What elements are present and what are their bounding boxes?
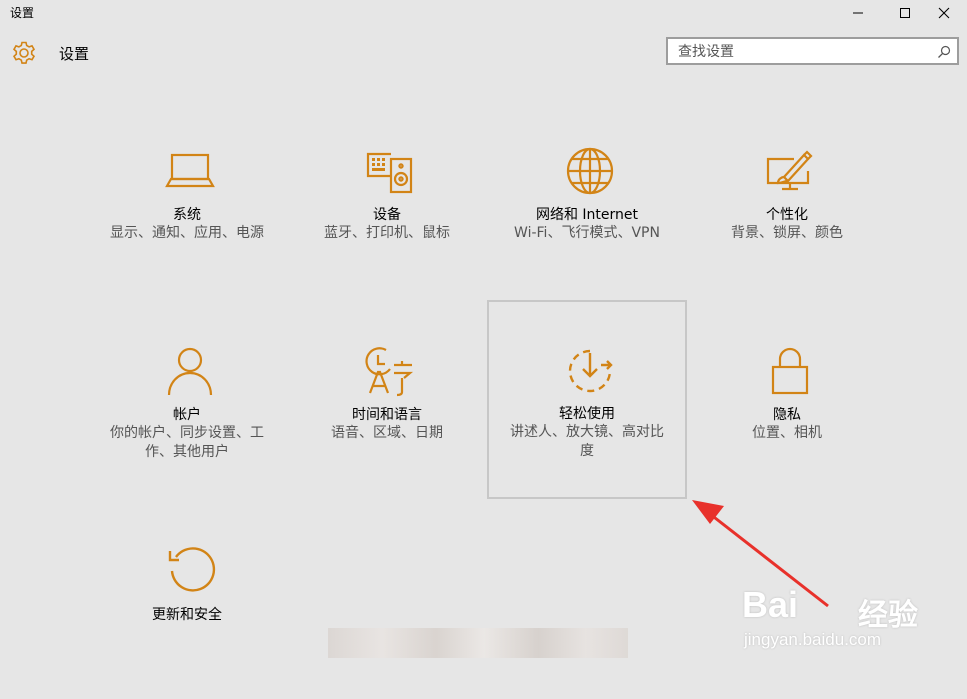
tile-name: 网络和 Internet [535,207,639,223]
tile-accounts[interactable]: 帐户 你的帐户、同步设置、工作、其他用户 [88,301,286,499]
personalization-icon [766,150,813,191]
laptop-icon [165,153,215,188]
ease-of-access-icon [568,349,613,393]
tile-network[interactable]: 网络和 Internet Wi-Fi、飞行模式、VPN [488,101,686,299]
tile-desc: 蓝牙、打印机、鼠标 [324,225,450,241]
close-icon [938,7,950,19]
gear-icon [12,41,36,64]
window-title: 设置 [10,6,35,20]
page-title: 设置 [59,45,90,63]
tile-name: 隐私 [773,407,801,423]
devices-icon [366,152,413,194]
tile-personalization[interactable]: 个性化 背景、锁屏、颜色 [688,101,886,299]
refresh-icon [168,547,216,592]
watermark-logo: Bai 经验 jingyan.baidu.com [742,570,942,654]
watermark-url: jingyan.baidu.com [744,630,882,649]
header: 设置 [0,26,967,82]
tile-update-security[interactable]: 更新和安全 [88,501,286,699]
search-icon[interactable] [937,45,951,59]
tile-name: 更新和安全 [152,607,222,623]
tile-time-language[interactable]: 时间和语言 语音、区域、日期 [288,301,486,499]
tile-name: 个性化 [766,207,808,223]
minimize-button[interactable] [835,0,881,26]
tile-desc: 位置、相机 [752,425,822,441]
tile-desc: 讲述人、放大镜、高对比度 [510,424,664,459]
search-input[interactable] [676,42,930,62]
tile-devices[interactable]: 设备 蓝牙、打印机、鼠标 [288,101,486,299]
tile-ease-of-access[interactable]: 轻松使用 讲述人、放大镜、高对比度 [487,300,687,499]
tile-desc: 语音、区域、日期 [331,425,443,441]
globe-icon [566,147,614,195]
time-language-icon [365,347,414,397]
tile-desc: 你的帐户、同步设置、工作、其他用户 [110,425,264,460]
watermark-sub: 经验 [858,599,918,632]
tile-desc: 显示、通知、应用、电源 [110,225,264,241]
tile-name: 系统 [173,207,201,223]
watermark-brand: Bai [742,584,799,625]
tile-desc: 背景、锁屏、颜色 [731,225,843,241]
lock-icon [771,347,809,395]
blurred-region [328,628,628,658]
person-icon [167,347,213,396]
tile-name: 轻松使用 [559,406,615,422]
tile-system[interactable]: 系统 显示、通知、应用、电源 [88,101,286,299]
close-button[interactable] [921,0,967,26]
minimize-icon [853,12,863,14]
tile-name: 时间和语言 [352,407,422,423]
tile-privacy[interactable]: 隐私 位置、相机 [688,301,886,499]
search-box[interactable] [666,37,959,65]
title-bar: 设置 [0,0,967,26]
tile-name: 设备 [373,207,401,223]
maximize-icon [900,8,910,18]
tile-name: 帐户 [173,407,201,423]
tile-desc: Wi-Fi、飞行模式、VPN [514,225,660,241]
